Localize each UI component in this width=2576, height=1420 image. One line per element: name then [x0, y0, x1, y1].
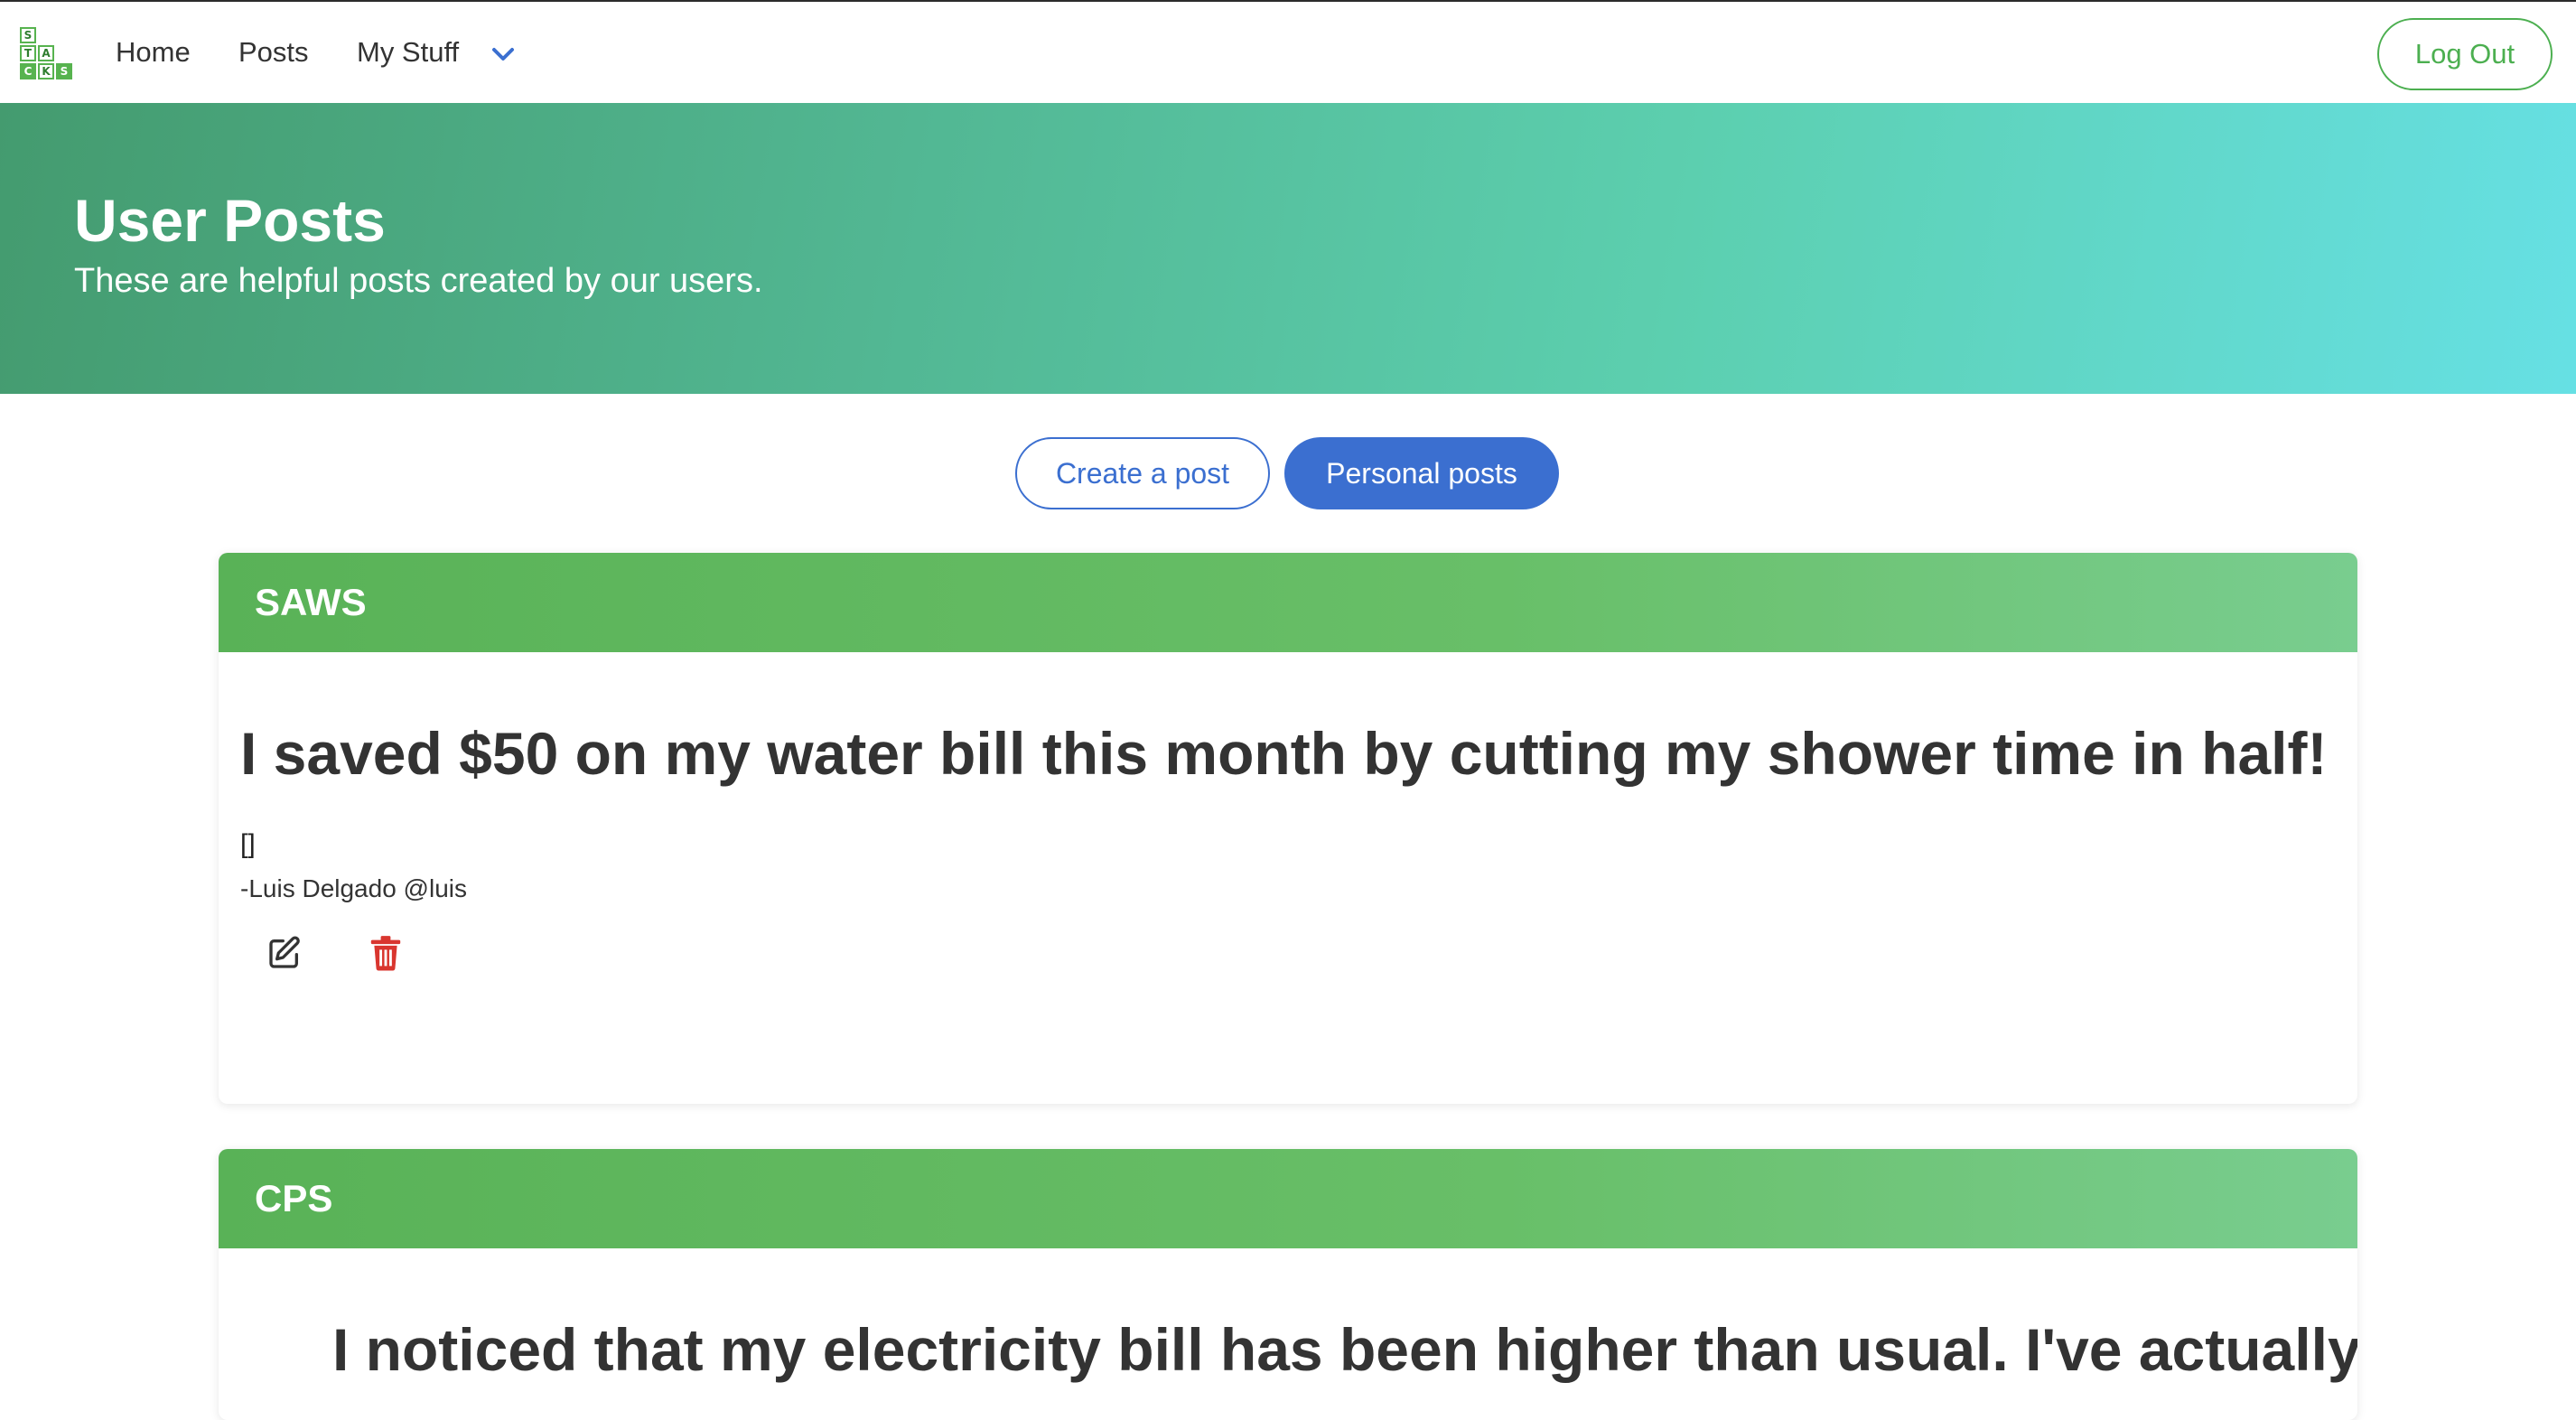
post-title: I saved $50 on my water bill this month …	[240, 720, 2328, 787]
page-subtitle: These are helpful posts created by our u…	[74, 262, 763, 300]
post-title: I noticed that my electricity bill has b…	[332, 1316, 2357, 1383]
hero-banner: User Posts These are helpful posts creat…	[0, 103, 2576, 394]
post-card: SAWS I saved $50 on my water bill this m…	[219, 553, 2357, 1104]
post-author: -Luis Delgado @luis	[240, 874, 467, 902]
post-tags: []	[240, 829, 256, 859]
edit-post-button[interactable]	[262, 930, 307, 976]
logo-cell: C	[20, 63, 36, 79]
logo-cell	[56, 27, 72, 43]
post-card: CPS I noticed that my electricity bill h…	[219, 1149, 2357, 1420]
delete-post-button[interactable]	[363, 930, 408, 976]
logo-cell	[38, 27, 54, 43]
stacks-logo[interactable]: S T A C K S	[20, 27, 72, 79]
logo-cell	[56, 45, 72, 61]
trash-icon	[370, 936, 401, 971]
logo-cell: S	[20, 27, 36, 43]
personal-posts-button[interactable]: Personal posts	[1284, 437, 1559, 509]
navbar: S T A C K S Home Posts My Stuff Log Out	[0, 0, 2576, 103]
logout-button[interactable]: Log Out	[2377, 18, 2553, 90]
chevron-down-icon[interactable]	[490, 43, 516, 65]
logo-cell: S	[56, 63, 72, 79]
create-post-button[interactable]: Create a post	[1015, 437, 1270, 509]
logo-cell: T	[20, 45, 36, 61]
post-category-header: SAWS	[219, 553, 2357, 652]
logo-cell: A	[38, 45, 54, 61]
page-title: User Posts	[74, 187, 386, 254]
logo-cell: K	[38, 63, 54, 79]
nav-home-link[interactable]: Home	[116, 34, 191, 70]
nav-my-stuff-dropdown[interactable]: My Stuff	[357, 34, 459, 70]
nav-posts-link[interactable]: Posts	[238, 34, 309, 70]
post-category-header: CPS	[219, 1149, 2357, 1248]
edit-icon	[269, 936, 300, 968]
